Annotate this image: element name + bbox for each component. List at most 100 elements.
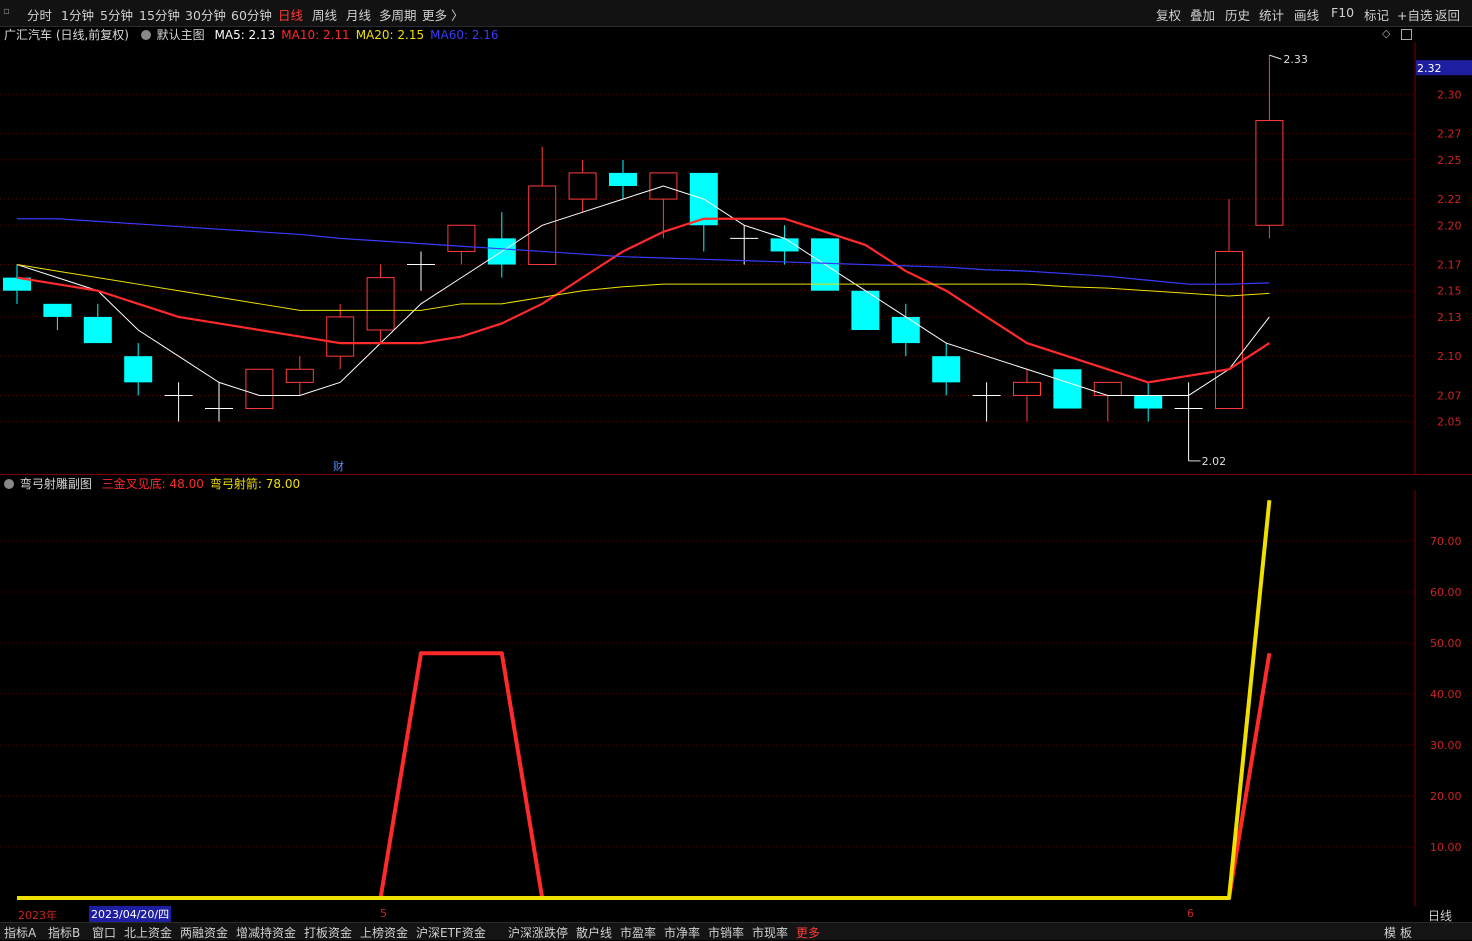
- price-tick-8: 2.10: [1437, 350, 1462, 363]
- panel-menu-icon[interactable]: [1401, 29, 1412, 40]
- candle-24: [972, 382, 1001, 422]
- candle-28: [1134, 382, 1163, 422]
- ma-label-3: MA60: 2.16: [430, 28, 499, 42]
- price-tick-7: 2.13: [1437, 311, 1462, 324]
- candle-9: [366, 264, 395, 344]
- candle-body: [1053, 369, 1082, 409]
- indicator-tick-6: 10.00: [1430, 841, 1462, 854]
- price-tick-6: 2.15: [1437, 285, 1462, 298]
- ma-label-1: MA10: 2.11: [281, 28, 350, 42]
- candle-5: [205, 382, 233, 422]
- candle-22: [891, 303, 920, 357]
- candle-body: [1093, 381, 1122, 396]
- candle-18: [730, 225, 759, 265]
- candle-body: [568, 172, 597, 200]
- bottom-right-button-0[interactable]: 模: [1384, 924, 1396, 941]
- toolbar-button-0[interactable]: 复权: [1156, 5, 1181, 24]
- candle-14: [568, 159, 597, 213]
- price-tick-5: 2.17: [1437, 259, 1462, 272]
- toolbar-button-5[interactable]: F10: [1331, 5, 1354, 20]
- period-tab-4[interactable]: 30分钟: [185, 5, 226, 24]
- ma-label-0: MA5: 2.13: [214, 28, 276, 42]
- price-tick-3: 2.22: [1437, 193, 1462, 206]
- candle-13: [528, 146, 557, 266]
- price-tick-2: 2.25: [1437, 154, 1462, 167]
- bottom-tab-9[interactable]: 沪深涨跌停: [508, 924, 568, 941]
- candle-body: [124, 356, 153, 383]
- sub-legend: 三金叉见底: 48.00 弯弓射箭: 78.00: [96, 477, 300, 491]
- bottom-tab-1[interactable]: 指标B: [48, 924, 80, 941]
- finance-event-marker: 财: [333, 459, 344, 473]
- toolbar-button-6[interactable]: 标记: [1364, 5, 1389, 24]
- sub-chart-name[interactable]: 弯弓射雕副图: [20, 477, 92, 491]
- ma-label-2: MA20: 2.15: [355, 28, 425, 42]
- candle-body: [1255, 120, 1284, 226]
- period-tab-6[interactable]: 日线: [278, 5, 303, 24]
- candle-body: [1013, 381, 1041, 396]
- low-price-label: 2.02: [1202, 455, 1227, 468]
- period-tab-0[interactable]: 分时: [27, 5, 52, 24]
- bottom-right-button-1[interactable]: 板: [1400, 924, 1412, 941]
- candle-8: [326, 303, 355, 370]
- toolbar-button-4[interactable]: 画线: [1294, 5, 1319, 24]
- bottom-tab-8[interactable]: 沪深ETF资金: [416, 924, 486, 941]
- candle-2: [83, 303, 112, 344]
- period-tab-2[interactable]: 5分钟: [100, 5, 133, 24]
- bottom-tab-15[interactable]: 更多: [796, 924, 820, 941]
- price-tick-9: 2.07: [1437, 389, 1462, 402]
- toolbar-button-3[interactable]: 统计: [1259, 5, 1284, 24]
- period-tab-5[interactable]: 60分钟: [231, 5, 272, 24]
- period-tab-10[interactable]: 更多 〉: [422, 5, 463, 24]
- bottom-tab-5[interactable]: 增减持资金: [236, 924, 296, 941]
- period-tab-7[interactable]: 周线: [312, 5, 337, 24]
- candle-4: [164, 382, 193, 422]
- main-template-name[interactable]: 默认主图: [157, 28, 205, 42]
- bottom-tab-12[interactable]: 市净率: [664, 924, 700, 941]
- period-tab-9[interactable]: 多周期: [379, 5, 417, 24]
- stock-title[interactable]: 广汇汽车 (日线,前复权): [4, 28, 129, 42]
- candle-26: [1053, 369, 1082, 409]
- sub-label-1: 弯弓射箭: 78.00: [209, 477, 301, 491]
- candle-body: [366, 277, 395, 331]
- month-5-label: 5: [380, 907, 387, 920]
- year-label: 2023年: [18, 909, 57, 922]
- window-menu-icon[interactable]: ▫: [3, 6, 15, 18]
- toolbar-button-1[interactable]: 叠加: [1190, 5, 1215, 24]
- period-tab-3[interactable]: 15分钟: [139, 5, 180, 24]
- bottom-tab-11[interactable]: 市盈率: [620, 924, 656, 941]
- toolbar-button-2[interactable]: 历史: [1225, 5, 1250, 24]
- ma-legend: MA5: 2.13 MA10: 2.11 MA20: 2.15 MA60: 2.16: [209, 28, 499, 42]
- candlestick-chart[interactable]: 2.30 2.27 2.25 2.22 2.20 2.17 2.15 2.13 2.10 2.07…: [0, 42, 1472, 474]
- indicator-line-0: [17, 651, 1272, 900]
- period-tab-8[interactable]: 月线: [346, 5, 371, 24]
- bottom-tab-0[interactable]: 指标A: [4, 924, 36, 941]
- indicator-tick-4: 30.00: [1430, 739, 1462, 752]
- toolbar-button-8[interactable]: 返回: [1435, 5, 1460, 24]
- template-toggle-icon[interactable]: [140, 30, 151, 40]
- bottom-tab-4[interactable]: 两融资金: [180, 924, 228, 941]
- sub-toggle-icon[interactable]: [4, 479, 14, 489]
- candle-29: [1174, 382, 1203, 461]
- bottom-tab-14[interactable]: 市现率: [752, 924, 788, 941]
- bottom-tab-13[interactable]: 市销率: [708, 924, 744, 941]
- diamond-icon[interactable]: ◇: [1382, 27, 1390, 40]
- toolbar-button-7[interactable]: +自选: [1397, 5, 1432, 24]
- period-tab-1[interactable]: 1分钟: [61, 5, 94, 24]
- bottom-tab-2[interactable]: 窗口: [92, 924, 116, 941]
- bottom-tab-7[interactable]: 上榜资金: [360, 924, 408, 941]
- candle-body: [1215, 250, 1243, 410]
- bottom-tab-6[interactable]: 打板资金: [304, 924, 352, 941]
- indicator-tick-5: 20.00: [1430, 790, 1462, 803]
- candle-3: [124, 343, 153, 396]
- indicator-chart[interactable]: 70.00 60.00 50.00 40.00 30.00 20.00 10.00: [0, 490, 1472, 906]
- candle-27: [1093, 381, 1122, 422]
- bottom-tab-3[interactable]: 北上资金: [124, 924, 172, 941]
- candle-30: [1215, 199, 1243, 410]
- sub-label-0: 三金叉见底: 48.00: [101, 477, 204, 491]
- top-toolbar: ▫ 分时 1分钟 5分钟 15分钟 30分钟 60分钟 日线 周线 月线 多周期 更多 〉 复权 叠加…: [0, 0, 1472, 27]
- bottom-tab-10[interactable]: 散户线: [576, 924, 612, 941]
- candle-0: [3, 264, 31, 304]
- candle-body: [326, 316, 355, 357]
- candle-body: [43, 303, 72, 317]
- candle-6: [245, 368, 274, 410]
